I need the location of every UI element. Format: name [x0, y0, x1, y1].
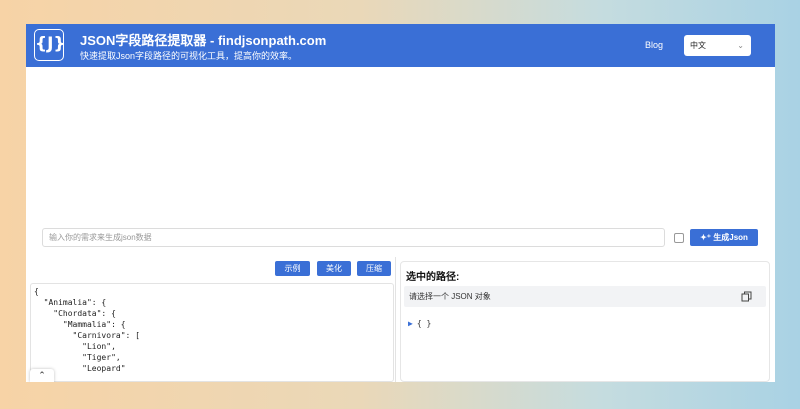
- app-window: {J} JSON字段路径提取器 - findjsonpath.com 快速提取J…: [26, 24, 775, 382]
- selected-path-title: 选中的路径:: [406, 272, 460, 283]
- option-checkbox[interactable]: [674, 233, 684, 243]
- code-line: {: [34, 287, 39, 296]
- tree-root-label: { }: [416, 319, 432, 328]
- code-line: "Chordata": {: [34, 309, 116, 318]
- generate-json-button[interactable]: ✦⁺ 生成Json: [690, 229, 758, 246]
- language-select-value: 中文: [690, 41, 706, 50]
- page-subtitle: 快速提取Json字段路径的可视化工具，提高你的效率。: [80, 51, 298, 61]
- example-button[interactable]: 示例: [275, 261, 310, 276]
- prompt-input-placeholder: 输入你的需求来生成json数据: [49, 233, 152, 242]
- prompt-input[interactable]: 输入你的需求来生成json数据: [42, 228, 665, 247]
- compress-button[interactable]: 压缩: [357, 261, 391, 276]
- header-bar: {J} JSON字段路径提取器 - findjsonpath.com 快速提取J…: [26, 24, 775, 67]
- expand-arrow-icon: ▶: [408, 319, 413, 328]
- path-panel: 选中的路径: 请选择一个 JSON 对象 ▶{ }: [400, 261, 770, 382]
- logo-icon: {J}: [34, 29, 66, 61]
- code-line: "Carnivora": [: [34, 331, 140, 340]
- code-line: "Leopard": [34, 364, 126, 373]
- scroll-up-button[interactable]: ⌃: [30, 369, 54, 382]
- chevron-down-icon: ⌄: [737, 41, 744, 50]
- copy-icon[interactable]: [741, 291, 752, 302]
- code-line: "Animalia": {: [34, 298, 107, 307]
- tree-root-node[interactable]: ▶{ }: [408, 319, 431, 328]
- beautify-button[interactable]: 美化: [317, 261, 351, 276]
- code-line: "Tiger",: [34, 353, 121, 362]
- language-select[interactable]: 中文 ⌄: [684, 35, 751, 56]
- code-line: "Lion",: [34, 342, 116, 351]
- selected-path-text: 请选择一个 JSON 对象: [409, 292, 491, 301]
- selected-path-display: 请选择一个 JSON 对象: [404, 286, 766, 307]
- sparkle-icon: ✦⁺: [700, 233, 712, 242]
- generate-json-label: 生成Json: [713, 233, 748, 242]
- json-editor-panel: 示例 美化 压缩 { "Animalia": { "Chordata": { "…: [26, 257, 396, 382]
- blog-link[interactable]: Blog: [645, 40, 663, 50]
- json-editor[interactable]: { "Animalia": { "Chordata": { "Mammalia"…: [30, 283, 394, 382]
- page-title: JSON字段路径提取器 - findjsonpath.com: [80, 33, 327, 48]
- code-line: "Mammalia": {: [34, 320, 126, 329]
- chevron-up-icon: ⌃: [38, 370, 46, 380]
